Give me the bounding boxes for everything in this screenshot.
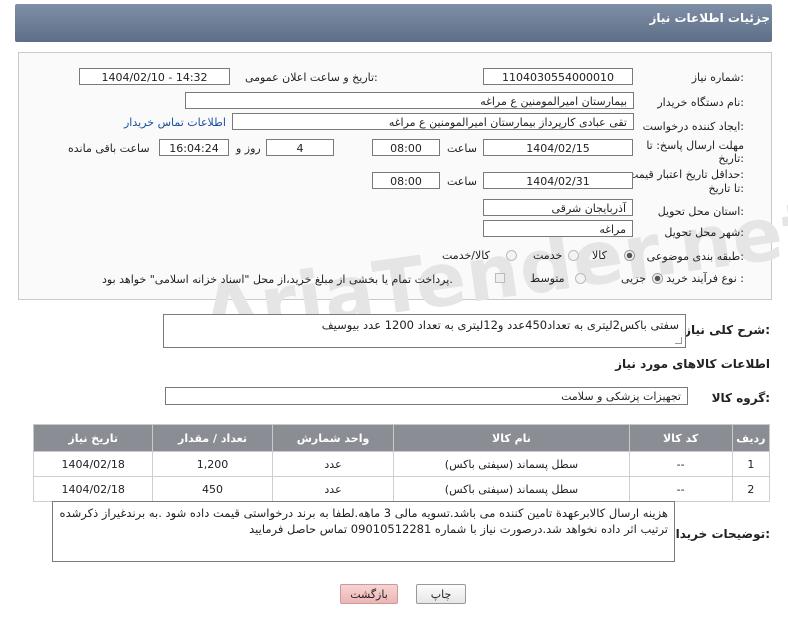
process-label: نوع فرآیند خرید : <box>666 272 744 285</box>
resize-grip-icon[interactable] <box>675 337 682 344</box>
buyer-notes-text: هزینه ارسال کالابرعهدة تامین کننده می با… <box>59 506 668 536</box>
row-name: سطل پسماند (سیفتی باکس) <box>393 451 630 477</box>
col-qty: تعداد / مقدار <box>152 424 273 452</box>
row-index: 2 <box>731 476 771 502</box>
row-date: 1404/02/18 <box>32 451 154 477</box>
col-date: تاریخ نیاز <box>32 424 154 452</box>
table-row[interactable]: 1 -- سطل پسماند (سیفتی باکس) عدد 1,200 1… <box>32 451 771 477</box>
row-qty: 1,200 <box>152 451 273 477</box>
row-name: سطل پسماند (سیفتی باکس) <box>393 476 630 502</box>
row-index: 1 <box>731 451 771 477</box>
validity-date-field: 1404/02/31 <box>483 172 633 189</box>
items-table: ردیف کد کالا نام کالا واحد شمارش تعداد /… <box>32 424 771 502</box>
buyer-notes-label: توضیحات خریدار: <box>668 527 770 541</box>
province-field: آذربایجان شرقی <box>483 199 633 216</box>
category-option-goods: کالا <box>592 249 607 262</box>
buyer-label: نام دستگاه خریدار: <box>657 96 744 109</box>
announce-label: تاریخ و ساعت اعلان عمومی: <box>245 71 378 84</box>
requester-field: تقی عبادی کارپرداز بیمارستان امیرالمومنی… <box>232 113 634 130</box>
table-row[interactable]: 2 -- سطل پسماند (سیفتی باکس) عدد 450 140… <box>32 476 771 502</box>
col-code: کد کالا <box>628 424 733 452</box>
row-code: -- <box>628 451 733 477</box>
print-button[interactable]: چاپ <box>416 584 466 604</box>
city-label: شهر محل تحویل: <box>664 226 744 239</box>
validity-time-field: 08:00 <box>372 172 440 189</box>
process-radio-minor[interactable] <box>652 273 663 284</box>
requester-label: ایجاد کننده درخواست: <box>642 120 744 133</box>
deadline-time-field: 08:00 <box>372 139 440 156</box>
contact-info-link[interactable]: اطلاعات تماس خریدار <box>124 116 226 129</box>
row-code: -- <box>628 476 733 502</box>
description-text: سفتی باکس2لیتری به تعداد450عدد و12لیتری … <box>321 318 679 332</box>
validity-time-label: ساعت <box>447 175 477 188</box>
payment-note: پرداخت تمام یا بخشی از مبلغ خرید،از محل … <box>102 273 453 286</box>
items-table-wrapper: ردیف کد کالا نام کالا واحد شمارش تعداد /… <box>32 424 771 502</box>
buyer-field: بیمارستان امیرالمومنین ع مراغه <box>185 92 634 109</box>
days-label: روز و <box>236 142 261 155</box>
city-field: مراغه <box>483 220 633 237</box>
category-radio-service[interactable] <box>568 250 579 261</box>
category-option-both: کالا/خدمت <box>442 249 490 262</box>
description-textarea[interactable]: سفتی باکس2لیتری به تعداد450عدد و12لیتری … <box>163 314 686 348</box>
category-option-service: خدمت <box>533 249 563 262</box>
row-date: 1404/02/18 <box>32 476 154 502</box>
goods-section-title: اطلاعات کالاهای مورد نیاز <box>615 357 770 371</box>
validity-label-date: تا تاریخ: <box>708 182 744 195</box>
back-button[interactable]: بازگشت <box>340 584 398 604</box>
row-unit: عدد <box>271 451 395 477</box>
description-label: شرح کلی نیاز: <box>684 323 770 337</box>
row-unit: عدد <box>271 476 395 502</box>
category-radio-both[interactable] <box>506 250 517 261</box>
goods-group-field: تجهیزات پزشکی و سلامت <box>165 387 688 405</box>
buyer-notes-textarea[interactable]: هزینه ارسال کالابرعهدة تامین کننده می با… <box>52 501 675 562</box>
need-number-label: شماره نیاز: <box>691 71 744 84</box>
need-number-field: 1104030554000010 <box>483 68 633 85</box>
days-field: 4 <box>266 139 334 156</box>
process-option-medium: متوسط <box>530 272 565 285</box>
col-unit: واحد شمارش <box>271 424 395 452</box>
validity-label: حداقل تاریخ اعتبار قیمت: <box>628 168 744 181</box>
deadline-label: مهلت ارسال پاسخ: تا <box>646 139 744 152</box>
treasury-checkbox[interactable] <box>495 273 505 283</box>
row-qty: 450 <box>152 476 273 502</box>
page-title: جزئیات اطلاعات نیاز <box>649 11 770 25</box>
deadline-label-date: تاریخ: <box>718 152 744 165</box>
process-radio-medium[interactable] <box>575 273 586 284</box>
goods-group-label: گروه کالا: <box>711 391 770 405</box>
process-option-minor: جزیی <box>621 272 647 285</box>
announce-field: 1404/02/10 - 14:32 <box>79 68 230 85</box>
remaining-label: ساعت باقی مانده <box>68 142 150 155</box>
items-table-header-row: ردیف کد کالا نام کالا واحد شمارش تعداد /… <box>32 424 771 452</box>
category-label: طبقه بندی موضوعی: <box>646 250 744 263</box>
deadline-date-field: 1404/02/15 <box>483 139 633 156</box>
col-name: نام کالا <box>393 424 630 452</box>
category-radio-goods[interactable] <box>624 250 635 261</box>
col-index: ردیف <box>731 424 771 452</box>
deadline-time-label: ساعت <box>447 142 477 155</box>
remaining-time-field: 16:04:24 <box>159 139 229 156</box>
province-label: استان محل تحویل: <box>657 205 744 218</box>
